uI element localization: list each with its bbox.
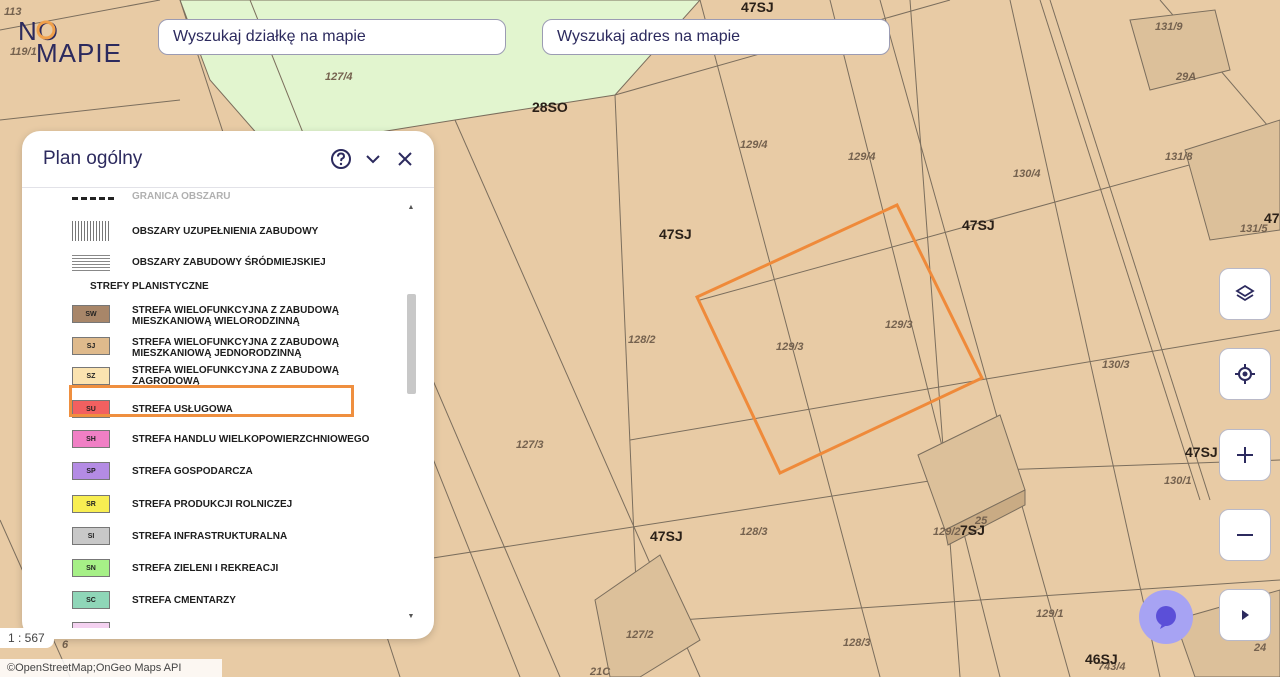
- parcel-label: 129/3: [776, 341, 804, 353]
- zone-label: 47: [1264, 210, 1280, 226]
- zone-label: 47SJ: [659, 226, 692, 242]
- close-button[interactable]: [393, 147, 417, 171]
- help-button[interactable]: [329, 147, 353, 171]
- collapse-button[interactable]: [361, 147, 385, 171]
- legend-label: STREFA WIELOFUNKCYJNA Z ZABUDOWĄ ZAGRODO…: [132, 365, 340, 387]
- parcel-label: 129/2: [933, 526, 961, 538]
- zone-label: 47SJ: [741, 0, 774, 15]
- zone-swatch: SR: [72, 495, 110, 513]
- legend-label: STREFA ZIELENI I REKREACJI: [132, 563, 279, 574]
- zone-label: 47SJ: [650, 528, 683, 544]
- parcel-search-placeholder: Wyszukaj działkę na mapie: [173, 28, 366, 45]
- logo-line-2: MAPIE: [36, 38, 122, 68]
- parcel-label: 127/3: [516, 439, 544, 451]
- play-icon: [1242, 610, 1249, 620]
- parcel-label: 129/4: [848, 151, 876, 163]
- scroll-up-arrow-icon[interactable]: ▲: [407, 204, 415, 212]
- legend-label: STREFA INFRASTRUKTURALNA: [132, 531, 288, 542]
- dashed-line-symbol: [72, 197, 114, 204]
- chevron-down-icon: [366, 155, 380, 164]
- address-search-input[interactable]: Wyszukaj adres na mapie: [542, 19, 890, 55]
- expand-button[interactable]: [1219, 589, 1271, 641]
- horizontal-hatch-symbol: [72, 253, 110, 271]
- layers-button[interactable]: [1219, 268, 1271, 320]
- zone-swatch: SZ: [72, 367, 110, 385]
- parcel-label: 6: [62, 639, 69, 651]
- parcel-label: 127/2: [626, 629, 654, 641]
- legend-section-title: STREFY PLANISTYCZNE: [90, 281, 209, 292]
- zone-swatch: SI: [72, 527, 110, 545]
- chat-button[interactable]: [1139, 590, 1193, 644]
- legend-label: OBSZARY UZUPEŁNIENIA ZABUDOWY: [132, 226, 319, 237]
- zoom-in-button[interactable]: [1219, 429, 1271, 481]
- parcel-label: 29A: [1175, 71, 1196, 83]
- parcel-label: 131/8: [1165, 151, 1193, 163]
- scroll-down-arrow-icon[interactable]: ▼: [407, 613, 415, 621]
- zone-label: 7SJ: [960, 522, 985, 538]
- chat-icon: [1156, 606, 1176, 629]
- zone-swatch: SH: [72, 430, 110, 448]
- legend-label: STREFA USŁUGOWA: [132, 404, 233, 415]
- zone-swatch: SU: [72, 400, 110, 418]
- minus-icon: [1237, 534, 1253, 536]
- legend-label: STREFA WIELOFUNKCYJNA Z ZABUDOWĄ MIESZKA…: [132, 337, 340, 359]
- panel-title: Plan ogólny: [43, 148, 143, 169]
- panel-header: Plan ogólny: [22, 131, 434, 188]
- locate-icon: [1235, 364, 1255, 384]
- zone-label: 47SJ: [1185, 444, 1218, 460]
- zone-label: 47SJ: [962, 217, 995, 233]
- logo-pin-icon: [36, 20, 56, 40]
- parcel-label: 130/1: [1164, 475, 1192, 487]
- vertical-hatch-symbol: [72, 221, 110, 241]
- parcel-label: 130/4: [1013, 168, 1041, 180]
- parcel-label: 129/4: [740, 139, 768, 151]
- parcel-label: 129/3: [885, 319, 913, 331]
- close-icon: [398, 152, 412, 166]
- plan-legend-panel: Plan ogólny GRANICA OBSZARU OBSZARY UZUP…: [22, 131, 434, 639]
- zone-swatch: [72, 622, 110, 628]
- parcel-label: 129/1: [1036, 608, 1064, 620]
- zone-label: 28SO: [532, 99, 568, 115]
- app-logo[interactable]: NO MAPIE: [18, 18, 128, 66]
- map-attribution[interactable]: ©OpenStreetMap;OnGeo Maps API: [0, 659, 222, 677]
- help-circle-icon: [331, 149, 351, 169]
- zone-swatch: SP: [72, 462, 110, 480]
- legend-label: STREFA HANDLU WIELKOPOWIERZCHNIOWEGO: [132, 434, 370, 445]
- map-scale: 1 : 567: [0, 628, 54, 648]
- layers-icon: [1235, 284, 1255, 302]
- zoom-out-button[interactable]: [1219, 509, 1271, 561]
- locate-button[interactable]: [1219, 348, 1271, 400]
- parcel-label: 21C: [589, 666, 611, 677]
- zone-swatch: SJ: [72, 337, 110, 355]
- parcel-search-input[interactable]: Wyszukaj działkę na mapie: [158, 19, 506, 55]
- legend-scrollbar[interactable]: ▲ ▼: [404, 199, 418, 625]
- legend-label: STREFA PRODUKCJI ROLNICZEJ: [132, 499, 293, 510]
- legend-label: GRANICA OBSZARU: [132, 191, 231, 202]
- parcel-label: 128/2: [628, 334, 656, 346]
- legend-label: STREFA GOSPODARCZA: [132, 466, 253, 477]
- legend-label: STREFA CMENTARZY: [132, 595, 236, 606]
- zone-swatch: SC: [72, 591, 110, 609]
- legend-label: STREFA WIELOFUNKCYJNA Z ZABUDOWĄ MIESZKA…: [132, 305, 340, 327]
- zone-swatch: SW: [72, 305, 110, 323]
- parcel-label: 128/3: [740, 526, 768, 538]
- scrollbar-thumb[interactable]: [407, 294, 416, 394]
- zone-swatch: SN: [72, 559, 110, 577]
- parcel-label: 131/9: [1155, 21, 1183, 33]
- address-search-placeholder: Wyszukaj adres na mapie: [557, 28, 741, 45]
- legend-label: OBSZARY ZABUDOWY ŚRÓDMIEJSKIEJ: [132, 257, 326, 268]
- parcel-label: 128/3: [843, 637, 871, 649]
- plus-icon: [1237, 447, 1253, 463]
- parcel-label: 24: [1253, 642, 1266, 654]
- zone-label: 46SJ: [1085, 651, 1118, 667]
- parcel-label: 127/4: [325, 71, 353, 83]
- legend-list[interactable]: GRANICA OBSZARU OBSZARY UZUPEŁNIENIA ZAB…: [22, 188, 434, 628]
- parcel-label: 130/3: [1102, 359, 1130, 371]
